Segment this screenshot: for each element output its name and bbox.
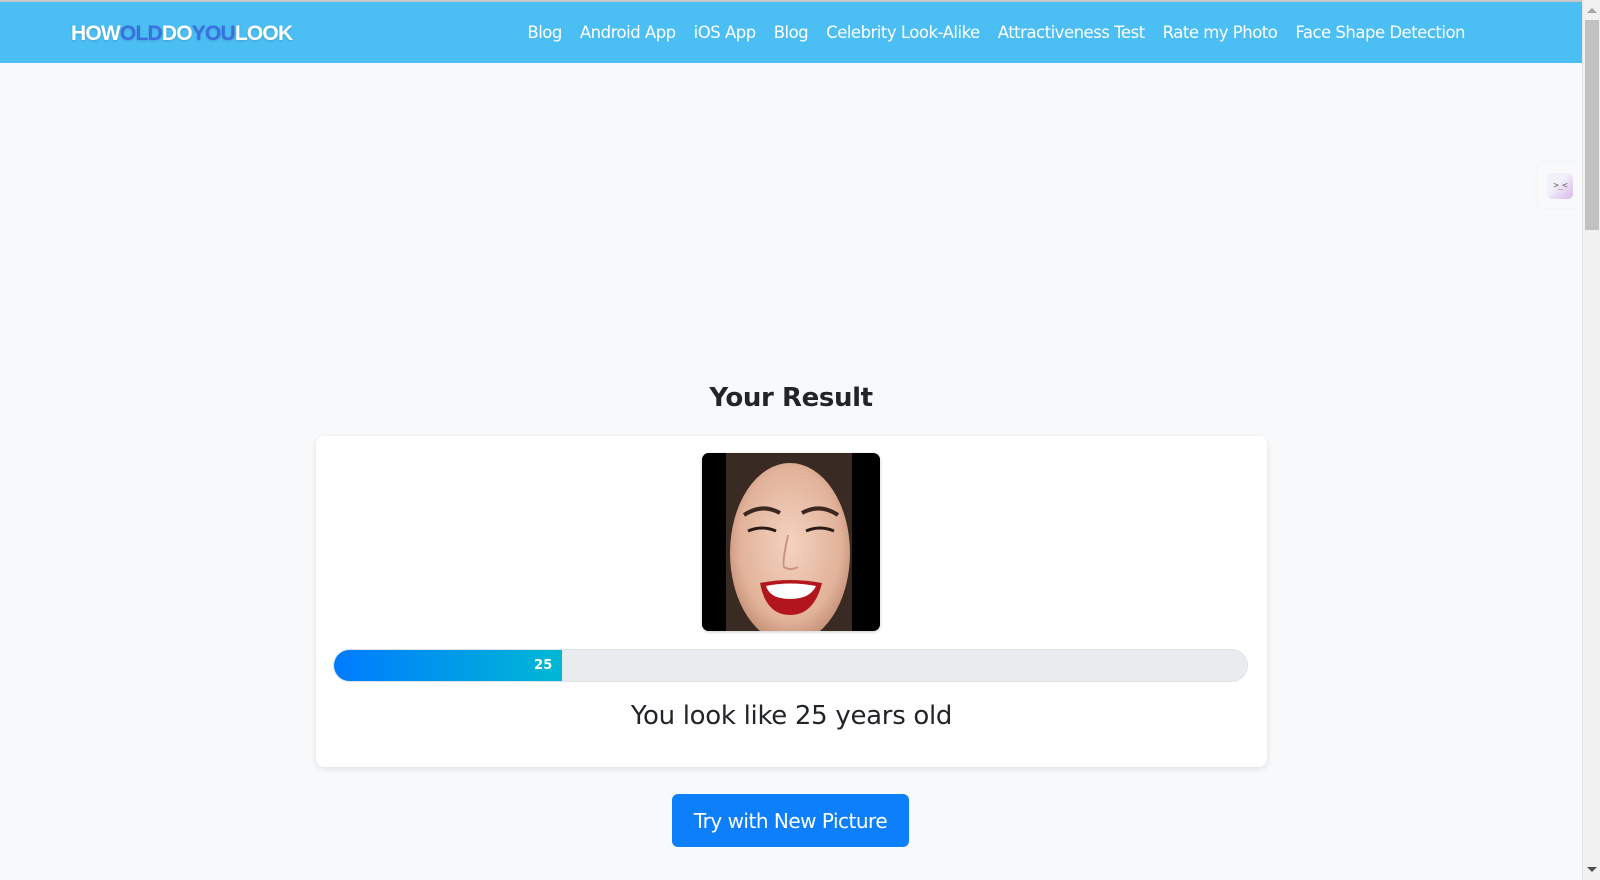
face-photo-image [702,453,880,631]
logo-part-you: YOU [191,22,236,45]
try-new-picture-button[interactable]: Try with New Picture [672,794,909,847]
site-logo[interactable]: HOWOLDDOYOULOOK [71,22,293,46]
nav-links: Blog Android App iOS App Blog Celebrity … [518,2,1474,63]
age-progress-bar: 25 [333,649,1248,682]
nav-link-ios-app[interactable]: iOS App [685,23,765,42]
nav-link-celebrity-look-alike[interactable]: Celebrity Look-Alike [817,23,989,42]
scroll-up-arrow-icon[interactable] [1587,8,1597,13]
result-card: 25 You look like 25 years old [316,436,1267,767]
result-title: Your Result [709,383,873,413]
age-progress-label: 25 [534,658,553,673]
nav-link-blog-2[interactable]: Blog [765,23,817,42]
logo-part-do: DO [161,22,193,45]
scroll-down-arrow-icon[interactable] [1587,867,1597,872]
nav-link-android-app[interactable]: Android App [571,23,685,42]
scrollbar-thumb[interactable] [1585,20,1599,230]
nav-link-blog[interactable]: Blog [518,23,570,42]
navbar: HOWOLDDOYOULOOK Blog Android App iOS App… [0,2,1582,63]
vertical-scrollbar[interactable] [1582,0,1600,880]
logo-part-old: OLD [119,22,163,45]
age-progress-fill: 25 [334,650,563,681]
nav-link-rate-my-photo[interactable]: Rate my Photo [1154,23,1287,42]
side-widget[interactable]: >_< [1537,163,1582,208]
logo-part-how: HOW [71,22,121,45]
kaomoji-face-icon: >_< [1547,173,1573,199]
face-photo [702,453,880,631]
logo-part-look: LOOK [234,22,293,45]
nav-link-attractiveness-test[interactable]: Attractiveness Test [989,23,1154,42]
nav-link-face-shape-detection[interactable]: Face Shape Detection [1286,23,1474,42]
age-result-text: You look like 25 years old [630,701,953,731]
